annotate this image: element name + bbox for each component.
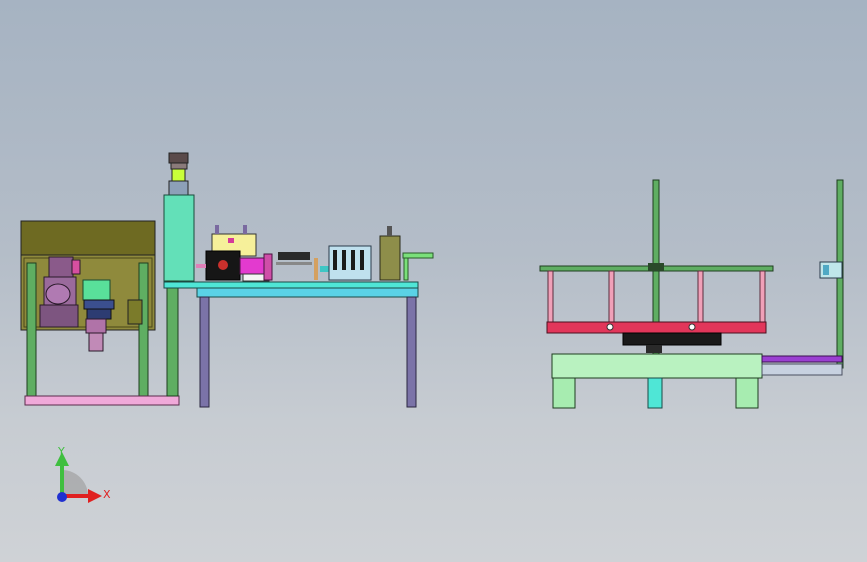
left-frame-post	[26, 262, 37, 397]
triad-arc	[62, 470, 88, 496]
tabletop-devices	[196, 225, 434, 282]
mint-base-block	[551, 353, 763, 379]
cad-viewport[interactable]: Y X	[0, 0, 867, 562]
z-axis-origin	[57, 492, 67, 502]
table-leg-left	[199, 296, 210, 408]
x-axis-arrowhead	[88, 489, 102, 503]
box-bracket	[127, 299, 143, 325]
x-axis-label: X	[103, 488, 111, 501]
purple-side-bar	[761, 355, 843, 363]
base-foot-left	[552, 377, 576, 409]
right-machine-assembly[interactable]	[539, 179, 844, 409]
pink-hanger-4	[759, 270, 766, 327]
coordinate-triad[interactable]: Y X	[55, 445, 111, 503]
table-top-rail	[196, 287, 419, 298]
table-leg-right	[406, 296, 417, 408]
grey-side-rail	[761, 363, 843, 376]
tower-support-post	[166, 280, 179, 397]
right-post-bracket	[819, 261, 843, 279]
table-top-plate	[163, 281, 419, 289]
pink-hanger-2	[608, 270, 615, 327]
pink-hanger-1	[547, 270, 554, 327]
signal-tower	[163, 152, 195, 282]
base-foot-right	[735, 377, 759, 409]
pink-hanger-3	[697, 270, 704, 327]
y-axis-label: Y	[57, 445, 65, 458]
left-machine-assembly[interactable]	[20, 220, 180, 406]
base-foot-center	[647, 377, 663, 409]
black-turntable	[622, 332, 722, 346]
left-base-rail	[24, 395, 180, 406]
green-motor-block	[82, 279, 111, 301]
y-axis-arrow	[60, 463, 64, 496]
work-table[interactable]	[163, 281, 419, 408]
red-carriage-beam	[546, 321, 767, 334]
left-frame-post-inner	[138, 262, 149, 397]
